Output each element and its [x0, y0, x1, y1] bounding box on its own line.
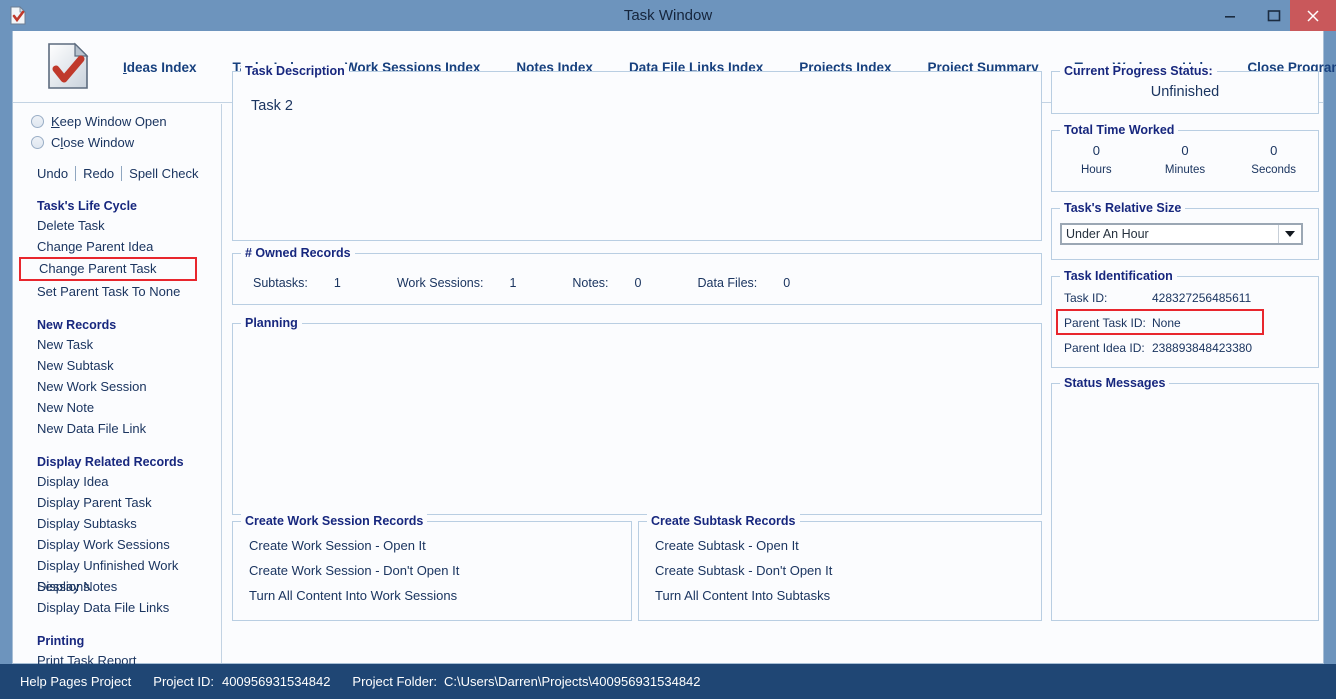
parent-task-id-label: Parent Task ID:: [1064, 316, 1146, 330]
sidebar-heading-printing: Printing: [37, 634, 85, 648]
title-bar: Task Window: [0, 0, 1336, 31]
data-files-label: Data Files:: [697, 276, 758, 290]
client-area: Ideas Index Tasks Index Work Sessions In…: [12, 31, 1336, 668]
radio-indicator: [31, 115, 44, 128]
undo-button[interactable]: Undo: [37, 166, 68, 181]
task-description-value[interactable]: Task 2: [251, 98, 293, 114]
radio-label: Keep Window Open: [51, 114, 167, 129]
task-id-row: Task ID: 428327256485611: [1064, 291, 1251, 305]
divider: [121, 165, 123, 181]
parent-task-id-value: None: [1152, 316, 1181, 330]
edit-actions-row: Undo Redo Spell Check: [13, 163, 221, 183]
owned-records-row: Subtasks: 1 Work Sessions: 1 Notes: 0 Da…: [253, 276, 846, 290]
owned-records-group: # Owned Records Subtasks: 1 Work Session…: [232, 246, 1042, 305]
work-sessions-value: 1: [509, 276, 517, 290]
relative-size-dropdown[interactable]: Under An Hour: [1060, 223, 1303, 245]
sidebar-item-display-unfinished-work-sessions[interactable]: Display Unfinished Work Sessions: [13, 555, 221, 594]
create-work-session-open-it-link[interactable]: Create Work Session - Open It: [249, 538, 426, 553]
current-progress-status-group: Current Progress Status: Unfinished: [1051, 64, 1319, 114]
turn-all-content-into-work-sessions-link[interactable]: Turn All Content Into Work Sessions: [249, 588, 457, 603]
task-relative-size-group: Task's Relative Size Under An Hour: [1051, 201, 1319, 260]
create-work-session-records-group: Create Work Session Records Create Work …: [232, 514, 632, 621]
task-description-group: Task Description Task 2: [232, 64, 1042, 241]
redo-button[interactable]: Redo: [83, 166, 114, 181]
sidebar-item-new-note[interactable]: New Note: [13, 397, 221, 418]
sidebar-item-display-parent-task[interactable]: Display Parent Task: [13, 492, 221, 513]
relative-size-selected-value: Under An Hour: [1062, 225, 1279, 243]
status-project-id-value: 400956931534842: [221, 674, 331, 689]
sidebar-item-change-parent-task[interactable]: Change Parent Task: [19, 257, 197, 281]
close-button[interactable]: [1290, 0, 1336, 31]
subtasks-label: Subtasks:: [253, 276, 308, 290]
sidebar-item-display-idea[interactable]: Display Idea: [13, 471, 221, 492]
sidebar-item-delete-task[interactable]: Delete Task: [13, 215, 221, 236]
hours-value: 0: [1092, 143, 1100, 158]
sidebar-item-display-subtasks[interactable]: Display Subtasks: [13, 513, 221, 534]
status-project-name: Help Pages Project: [20, 674, 132, 689]
sidebar-item-display-data-file-links[interactable]: Display Data File Links: [13, 597, 221, 618]
minutes-unit: Minutes: [1164, 164, 1206, 176]
menu-item-ideas-index[interactable]: Ideas Index: [123, 60, 197, 75]
parent-task-id-row: Parent Task ID: None: [1064, 316, 1181, 330]
sidebar-item-new-task[interactable]: New Task: [13, 334, 221, 355]
app-logo-icon: [46, 42, 90, 90]
minimize-button[interactable]: [1208, 0, 1252, 31]
create-subtask-open-it-link[interactable]: Create Subtask - Open It: [655, 538, 799, 553]
task-id-value: 428327256485611: [1152, 291, 1252, 305]
data-files-value: 0: [783, 276, 791, 290]
subtasks-value: 1: [333, 276, 341, 290]
sidebar-item-new-data-file-link[interactable]: New Data File Link: [13, 418, 221, 439]
parent-idea-id-value: 238893848423380: [1152, 341, 1253, 355]
sidebar-item-display-notes[interactable]: Display Notes: [13, 576, 221, 597]
spell-check-button[interactable]: Spell Check: [129, 166, 198, 181]
status-project-folder-label: Project Folder:: [352, 674, 437, 689]
sidebar-item-new-subtask[interactable]: New Subtask: [13, 355, 221, 376]
sidebar-item-new-work-session[interactable]: New Work Session: [13, 376, 221, 397]
sidebar-heading-new-records: New Records: [37, 318, 117, 332]
status-project-folder-value: C:\Users\Darren\Projects\400956931534842: [443, 674, 701, 689]
status-messages-group: Status Messages: [1051, 376, 1319, 621]
sidebar-item-display-work-sessions[interactable]: Display Work Sessions: [13, 534, 221, 555]
notes-label: Notes:: [572, 276, 609, 290]
seconds-value: 0: [1270, 143, 1278, 158]
chevron-down-icon[interactable]: [1279, 225, 1301, 243]
parent-idea-id-label: Parent Idea ID:: [1064, 341, 1145, 355]
status-bar: Help Pages Project Project ID: 400956931…: [0, 664, 1336, 699]
create-subtask-dont-open-it-link[interactable]: Create Subtask - Don't Open It: [655, 563, 832, 578]
create-subtask-records-group: Create Subtask Records Create Subtask - …: [638, 514, 1042, 621]
radio-keep-window-open[interactable]: Keep Window Open: [13, 111, 221, 132]
status-project-id-label: Project ID:: [153, 674, 214, 689]
seconds-unit: Seconds: [1251, 164, 1297, 176]
radio-indicator: [31, 136, 44, 149]
sidebar-item-change-parent-idea[interactable]: Change Parent Idea: [13, 236, 221, 257]
window-title: Task Window: [623, 7, 713, 24]
sidebar: Keep Window Open Close Window Undo Redo …: [13, 104, 222, 668]
sidebar-item-set-parent-task-to-none[interactable]: Set Parent Task To None: [13, 281, 221, 302]
time-worked-grid: 0 Hours 0 Minutes 0 Seconds: [1052, 143, 1318, 176]
planning-group: Planning: [232, 316, 1042, 515]
hours-unit: Hours: [1080, 164, 1112, 176]
time-cell-minutes: 0 Minutes: [1141, 143, 1230, 176]
task-identification-group: Task Identification Task ID: 42832725648…: [1051, 269, 1319, 368]
minutes-value: 0: [1181, 143, 1189, 158]
radio-label: Close Window: [51, 135, 135, 150]
divider: [75, 165, 77, 181]
notes-value: 0: [634, 276, 642, 290]
parent-idea-id-row: Parent Idea ID: 238893848423380: [1064, 341, 1252, 355]
turn-all-content-into-subtasks-link[interactable]: Turn All Content Into Subtasks: [655, 588, 830, 603]
time-cell-hours: 0 Hours: [1052, 143, 1141, 176]
create-work-session-dont-open-it-link[interactable]: Create Work Session - Don't Open It: [249, 563, 459, 578]
time-cell-seconds: 0 Seconds: [1229, 143, 1318, 176]
sidebar-heading-life-cycle: Task's Life Cycle: [37, 199, 138, 213]
current-progress-status-value: Unfinished: [1150, 84, 1220, 100]
radio-close-window[interactable]: Close Window: [13, 132, 221, 153]
task-window: Task Window Ideas Index T Work Sessions …: [0, 0, 1336, 699]
sidebar-heading-display-related-records: Display Related Records: [37, 455, 184, 469]
work-sessions-label: Work Sessions:: [396, 276, 484, 290]
total-time-worked-group: Total Time Worked 0 Hours 0 Minutes 0 Se…: [1051, 123, 1319, 192]
task-id-label: Task ID:: [1064, 291, 1108, 305]
